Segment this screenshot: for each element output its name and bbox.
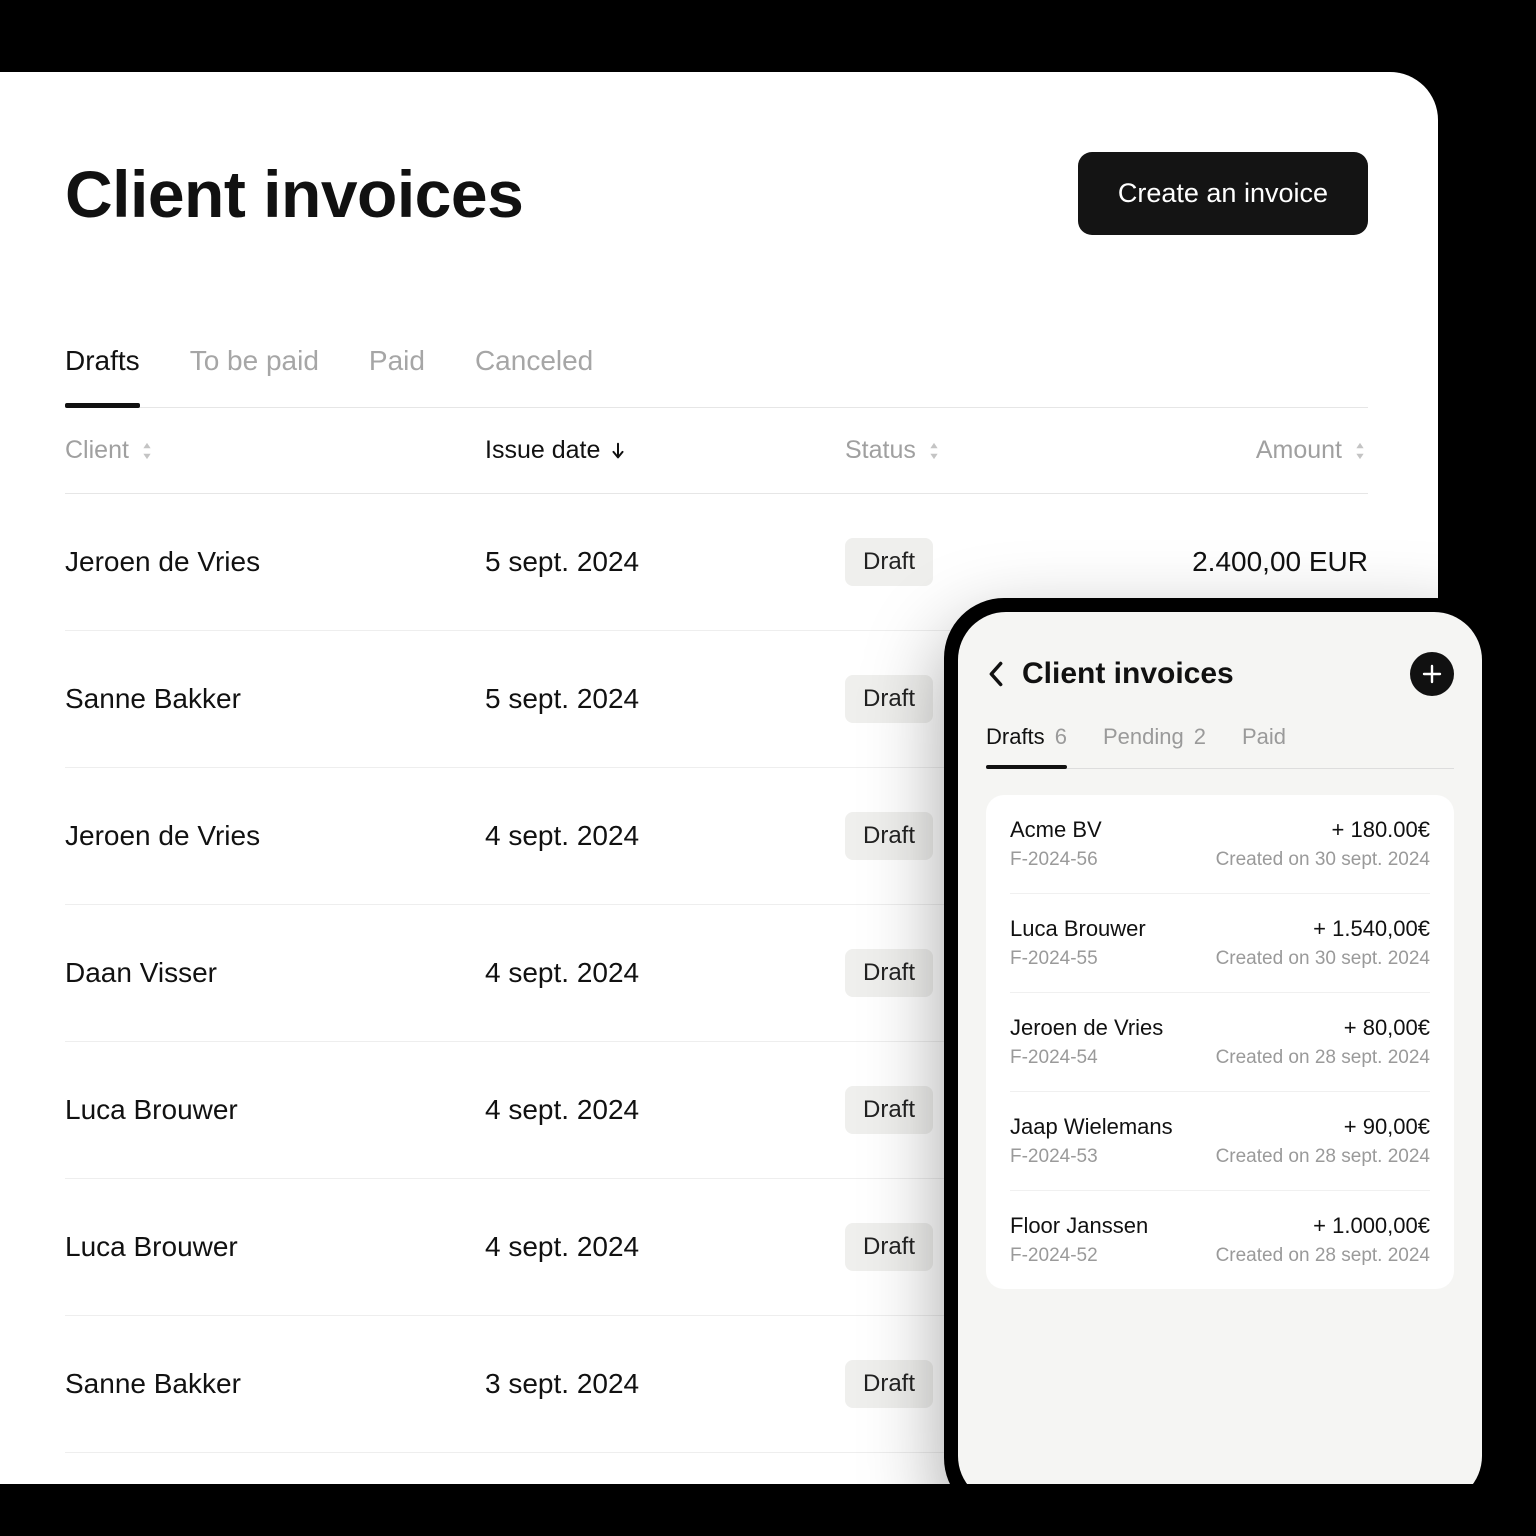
column-status[interactable]: Status [845, 436, 1085, 465]
arrow-down-icon [610, 441, 626, 461]
cell-date: 5 sept. 2024 [485, 546, 845, 578]
phone-tab-pending[interactable]: Pending 2 [1103, 724, 1206, 768]
item-amount: + 1.000,00€ [1313, 1213, 1430, 1239]
plus-icon [1422, 664, 1442, 684]
cell-date: 4 sept. 2024 [485, 1094, 845, 1126]
item-ref: F-2024-55 [1010, 948, 1098, 970]
column-amount[interactable]: Amount [1085, 436, 1368, 465]
cell-date: 5 sept. 2024 [485, 683, 845, 715]
cell-amount: 2.400,00 EUR [1085, 546, 1368, 578]
cell-client: Jeroen de Vries [65, 546, 485, 578]
item-created: Created on 28 sept. 2024 [1216, 1047, 1430, 1069]
item-amount: + 1.540,00€ [1313, 916, 1430, 942]
item-created: Created on 28 sept. 2024 [1216, 1245, 1430, 1267]
tab-drafts[interactable]: Drafts [65, 345, 140, 407]
item-client: Jaap Wielemans [1010, 1114, 1173, 1140]
phone-tab-paid[interactable]: Paid [1242, 724, 1286, 768]
item-ref: F-2024-54 [1010, 1047, 1098, 1069]
sort-icon [139, 441, 155, 461]
sort-icon [1352, 441, 1368, 461]
status-badge: Draft [845, 538, 933, 586]
list-item[interactable]: Floor Janssen + 1.000,00€ F-2024-52 Crea… [1010, 1191, 1430, 1289]
item-client: Acme BV [1010, 817, 1102, 843]
chevron-left-icon[interactable] [986, 660, 1006, 688]
sort-icon [926, 441, 942, 461]
item-ref: F-2024-53 [1010, 1146, 1098, 1168]
cell-date: 4 sept. 2024 [485, 820, 845, 852]
status-badge: Draft [845, 1223, 933, 1271]
status-badge: Draft [845, 949, 933, 997]
cell-client: Sanne Bakker [65, 683, 485, 715]
phone-tab-label: Paid [1242, 724, 1286, 750]
tab-paid[interactable]: Paid [369, 345, 425, 407]
column-client[interactable]: Client [65, 436, 485, 465]
phone-tab-label: Pending [1103, 724, 1184, 750]
cell-client: Luca Brouwer [65, 1094, 485, 1126]
item-client: Floor Janssen [1010, 1213, 1148, 1239]
phone-tab-count: 2 [1194, 724, 1206, 750]
tabs: Drafts To be paid Paid Canceled [65, 345, 1368, 408]
item-client: Jeroen de Vries [1010, 1015, 1163, 1041]
column-amount-label: Amount [1256, 436, 1342, 465]
column-client-label: Client [65, 436, 129, 465]
cell-client: Daan Visser [65, 957, 485, 989]
cell-date: 4 sept. 2024 [485, 1231, 845, 1263]
item-created: Created on 28 sept. 2024 [1216, 1146, 1430, 1168]
cell-date: 4 sept. 2024 [485, 957, 845, 989]
tab-canceled[interactable]: Canceled [475, 345, 593, 407]
status-badge: Draft [845, 1086, 933, 1134]
column-status-label: Status [845, 436, 916, 465]
bottom-shadow [0, 1484, 1536, 1536]
item-client: Luca Brouwer [1010, 916, 1146, 942]
cell-client: Sanne Bakker [65, 1368, 485, 1400]
column-issue-date-label: Issue date [485, 436, 600, 465]
item-amount: + 180.00€ [1332, 817, 1430, 843]
status-badge: Draft [845, 812, 933, 860]
status-badge: Draft [845, 675, 933, 723]
table-header: Client Issue date Status [65, 408, 1368, 494]
phone-tab-label: Drafts [986, 724, 1045, 750]
phone-tab-count: 6 [1055, 724, 1067, 750]
cell-client: Luca Brouwer [65, 1231, 485, 1263]
page-title: Client invoices [65, 156, 523, 232]
list-item[interactable]: Jaap Wielemans + 90,00€ F-2024-53 Create… [1010, 1092, 1430, 1191]
phone-tabs: Drafts 6 Pending 2 Paid [986, 724, 1454, 769]
list-item[interactable]: Luca Brouwer + 1.540,00€ F-2024-55 Creat… [1010, 894, 1430, 993]
phone-page-title: Client invoices [1022, 657, 1394, 691]
list-item[interactable]: Acme BV + 180.00€ F-2024-56 Created on 3… [1010, 795, 1430, 894]
tab-to-be-paid[interactable]: To be paid [190, 345, 319, 407]
item-amount: + 90,00€ [1344, 1114, 1430, 1140]
item-amount: + 80,00€ [1344, 1015, 1430, 1041]
status-badge: Draft [845, 1360, 933, 1408]
column-issue-date[interactable]: Issue date [485, 436, 845, 465]
list-item[interactable]: Jeroen de Vries + 80,00€ F-2024-54 Creat… [1010, 993, 1430, 1092]
item-created: Created on 30 sept. 2024 [1216, 948, 1430, 970]
phone-invoice-list: Acme BV + 180.00€ F-2024-56 Created on 3… [986, 795, 1454, 1289]
add-invoice-button[interactable] [1410, 652, 1454, 696]
cell-date: 3 sept. 2024 [485, 1368, 845, 1400]
phone-tab-drafts[interactable]: Drafts 6 [986, 724, 1067, 768]
cell-status: Draft [845, 538, 1085, 586]
create-invoice-button[interactable]: Create an invoice [1078, 152, 1368, 235]
phone-window: Client invoices Drafts 6 Pending 2 Pa [944, 598, 1496, 1518]
item-ref: F-2024-52 [1010, 1245, 1098, 1267]
item-created: Created on 30 sept. 2024 [1216, 849, 1430, 871]
item-ref: F-2024-56 [1010, 849, 1098, 871]
cell-client: Jeroen de Vries [65, 820, 485, 852]
